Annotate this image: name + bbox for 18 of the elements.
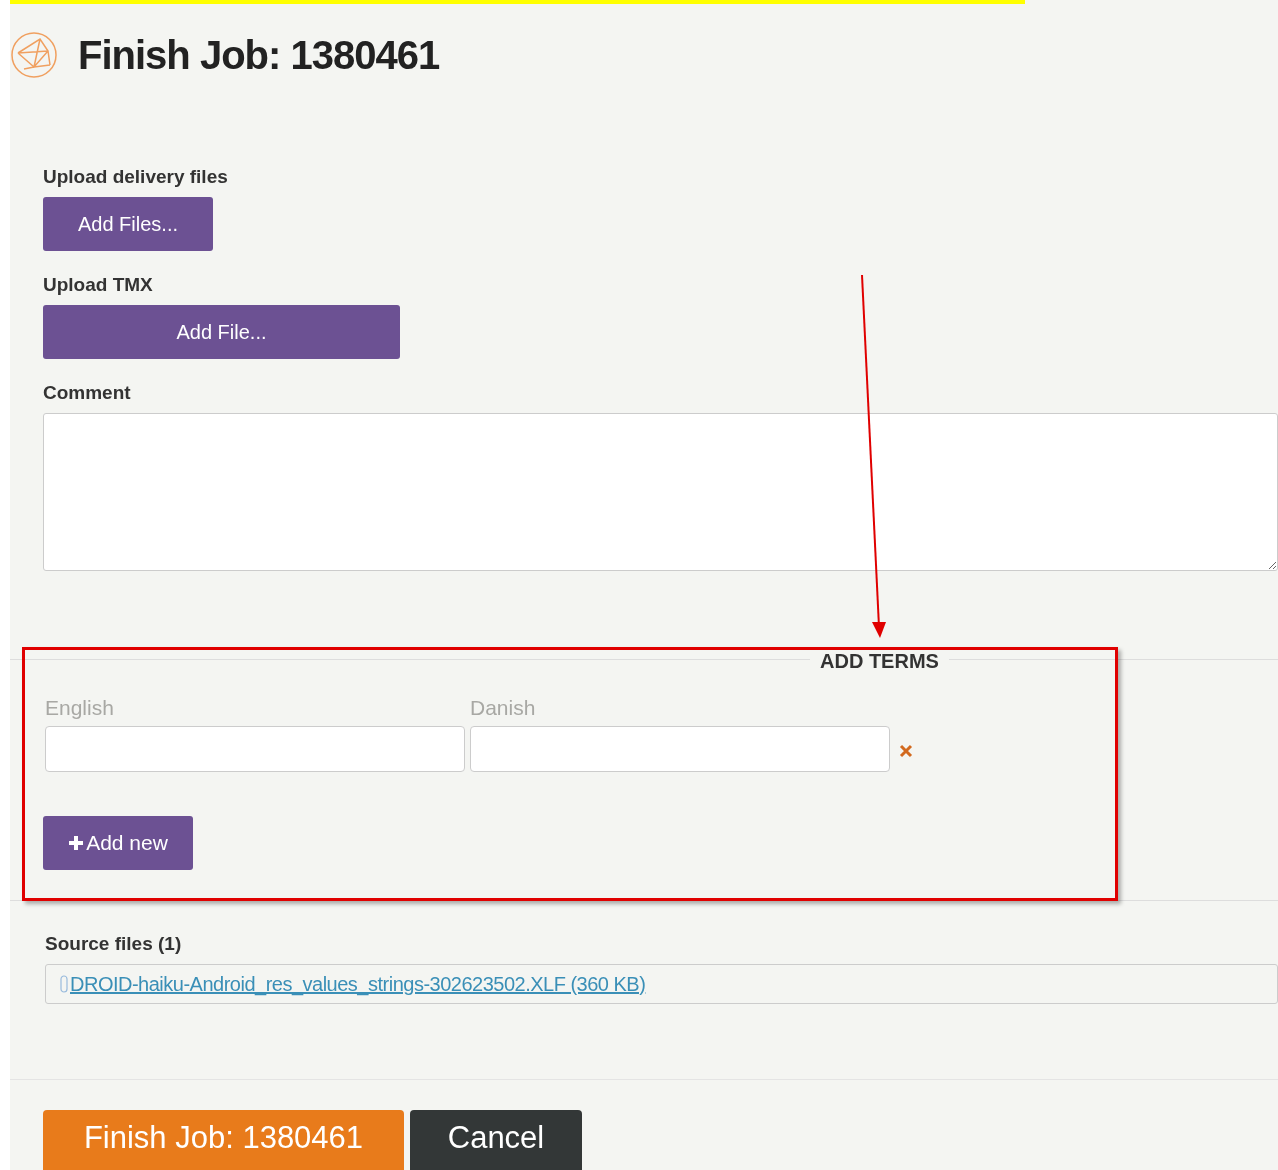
add-files-button[interactable]: Add Files... <box>43 197 213 251</box>
plus-icon <box>68 835 85 851</box>
add-new-button[interactable]: Add new <box>43 816 193 870</box>
field-label: Upload TMX <box>43 274 154 296</box>
page-title: Finish Job: 1380461 <box>78 32 440 79</box>
column-label: English <box>45 696 115 720</box>
add-file-button[interactable]: Add File... <box>43 305 400 359</box>
comment-field[interactable] <box>43 413 1278 571</box>
cancel-button[interactable]: Cancel <box>410 1110 582 1170</box>
close-icon[interactable] <box>899 744 913 758</box>
term-input[interactable] <box>45 726 465 772</box>
field-label: Comment <box>43 382 132 404</box>
term-input[interactable] <box>470 726 890 772</box>
column-label: Danish <box>470 696 537 720</box>
file-link[interactable]: DROID-haiku-Android_res_values_strings-302623502.XLF (360 KB) <box>70 968 646 999</box>
field-label: Source files (1) <box>45 932 183 955</box>
globe-icon <box>10 31 58 79</box>
field-label: Upload delivery files <box>43 166 229 188</box>
